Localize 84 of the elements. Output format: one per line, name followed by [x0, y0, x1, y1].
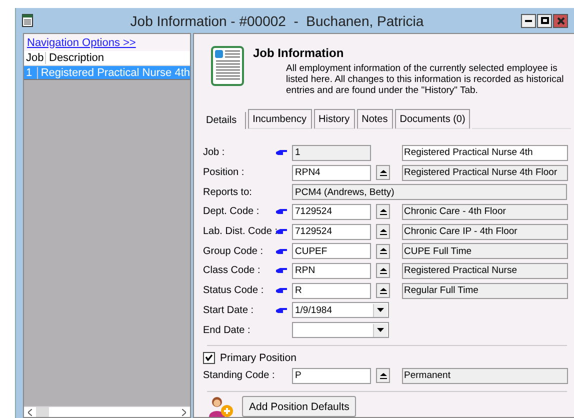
- lookup-icon: [380, 288, 386, 294]
- caret-icon: [377, 308, 384, 312]
- pointing-hand-icon[interactable]: [276, 248, 288, 255]
- checkbox[interactable]: [203, 352, 215, 364]
- lookup-icon: [380, 248, 386, 254]
- pointing-hand-icon[interactable]: [276, 149, 288, 156]
- table-cell: 1: [24, 66, 38, 78]
- info-document-icon: [211, 46, 244, 86]
- navigation-options-link[interactable]: Navigation Options >>: [27, 36, 136, 48]
- description-field[interactable]: Registered Practical Nurse 4th: [402, 144, 568, 161]
- description-field[interactable]: Registered Practical Nurse: [402, 262, 568, 279]
- lookup-icon: [380, 268, 386, 274]
- description-field[interactable]: Permanent: [402, 368, 568, 384]
- maximize-button[interactable]: [537, 14, 552, 28]
- description-field[interactable]: Chronic Care IP - 4th Floor: [402, 224, 568, 240]
- lookup-button[interactable]: [376, 283, 390, 298]
- close-icon: [556, 16, 564, 24]
- maximize-icon: [540, 17, 548, 24]
- field-label: Class Code :: [203, 265, 262, 276]
- lookup-button[interactable]: [376, 368, 390, 384]
- code-field[interactable]: P: [292, 368, 371, 384]
- code-field[interactable]: 7129524: [292, 224, 371, 240]
- tab[interactable]: History: [314, 109, 355, 129]
- window-title: Job Information - #00002 - Buchanen, Patricia: [129, 12, 425, 28]
- text-field[interactable]: PCM4 (Andrews, Betty): [292, 184, 567, 200]
- field-label: Standing Code :: [203, 370, 276, 382]
- checkmark-icon: [205, 354, 213, 362]
- notepad-icon: [22, 14, 33, 27]
- field-label: Start Date :: [203, 304, 255, 316]
- date-field[interactable]: [292, 322, 389, 338]
- field-label: End Date :: [203, 324, 252, 336]
- field-label: Dept. Code :: [203, 206, 260, 218]
- caret-icon: [377, 328, 384, 332]
- field-label: Job :: [203, 147, 226, 158]
- section-description: All employment information of the currently selected employee is listed here. All changes to this information is recorded as historical entries and are found under the "History" Tab.: [286, 63, 565, 96]
- lookup-button[interactable]: [376, 165, 390, 180]
- close-button[interactable]: [553, 14, 568, 28]
- code-field[interactable]: RPN4: [292, 164, 371, 181]
- code-field[interactable]: RPN: [292, 262, 371, 279]
- add-position-defaults-button[interactable]: Add Position Defaults: [242, 396, 356, 418]
- minimize-icon: [525, 20, 532, 22]
- lookup-button[interactable]: [376, 244, 390, 259]
- minimize-button[interactable]: [521, 14, 536, 28]
- table-cell-text: Registered Practical Nurse 4th: [40, 66, 190, 78]
- lookup-button[interactable]: [376, 224, 390, 240]
- lookup-icon: [380, 228, 386, 235]
- scroll-right-icon[interactable]: [182, 408, 186, 416]
- code-field[interactable]: R: [292, 282, 371, 299]
- description-field[interactable]: CUPE Full Time: [402, 243, 568, 260]
- tab[interactable]: Incumbency: [248, 109, 312, 129]
- lookup-icon: [380, 372, 386, 379]
- lookup-button[interactable]: [376, 204, 390, 220]
- dropdown-button[interactable]: [373, 324, 387, 337]
- column-header[interactable]: Job: [24, 52, 46, 64]
- lookup-button[interactable]: [376, 263, 390, 278]
- lookup-icon: [380, 170, 386, 176]
- field-label: Status Code :: [203, 285, 265, 296]
- pointing-hand-icon[interactable]: [276, 228, 288, 236]
- field-label: Group Code :: [203, 246, 264, 257]
- lookup-icon: [380, 208, 386, 215]
- person-add-icon: [208, 396, 234, 418]
- tab[interactable]: Notes: [356, 109, 393, 129]
- column-header[interactable]: Description: [46, 52, 104, 64]
- scroll-left-icon[interactable]: [28, 408, 32, 416]
- field-label: Lab. Dist. Code :: [203, 226, 276, 238]
- field-label: Reports to:: [203, 186, 253, 198]
- description-field[interactable]: Regular Full Time: [402, 282, 568, 299]
- field-label: Position :: [203, 167, 246, 178]
- pointing-hand-icon[interactable]: [276, 267, 288, 274]
- tab[interactable]: Documents (0): [394, 109, 470, 129]
- section-title: Job Information: [253, 46, 345, 60]
- dropdown-button[interactable]: [373, 304, 387, 317]
- pointing-hand-icon[interactable]: [276, 287, 288, 294]
- horizontal-scrollbar[interactable]: [24, 406, 190, 417]
- description-field[interactable]: Registered Practical Nurse 4th Floor: [402, 164, 568, 181]
- code-field[interactable]: 7129524: [292, 204, 371, 220]
- checkbox-label[interactable]: Primary Position: [220, 352, 296, 364]
- scroll-thumb[interactable]: [36, 407, 49, 417]
- description-field[interactable]: Chronic Care - 4th Floor: [402, 204, 568, 220]
- pointing-hand-icon[interactable]: [276, 208, 288, 216]
- pointing-hand-icon[interactable]: [276, 306, 288, 314]
- date-field[interactable]: 1/9/1984: [292, 302, 389, 318]
- code-field[interactable]: 1: [292, 144, 371, 161]
- code-field[interactable]: CUPEF: [292, 243, 371, 260]
